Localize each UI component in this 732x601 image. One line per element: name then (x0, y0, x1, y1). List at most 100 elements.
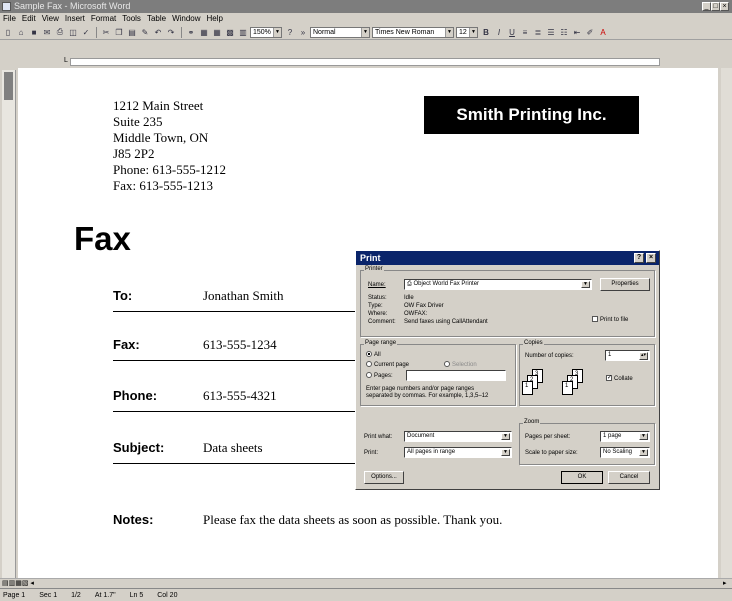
help-icon[interactable]: ? (634, 253, 644, 263)
menu-edit[interactable]: Edit (22, 13, 36, 25)
spelling-icon[interactable]: ✓ (80, 27, 92, 38)
divider-line (113, 411, 358, 412)
copies-label: Copies (523, 340, 544, 347)
numbering-icon[interactable]: ☰ (545, 27, 557, 38)
menu-tools[interactable]: Tools (122, 13, 141, 25)
print-what-select[interactable]: Document ▼ (404, 431, 512, 442)
menu-window[interactable]: Window (172, 13, 200, 25)
ruler-strip[interactable] (70, 58, 660, 66)
font-size-select[interactable]: 12 ▼ (456, 26, 478, 38)
email-icon[interactable]: ✉ (41, 27, 53, 38)
print-what-value: Document (407, 433, 435, 439)
address-line: Fax: 613-555-1213 (113, 178, 214, 193)
print-to-file-checkbox[interactable]: Print to file (592, 316, 628, 324)
menu-format[interactable]: Format (91, 13, 116, 25)
options-button[interactable]: Options... (364, 471, 404, 484)
phone-label: Phone: (113, 388, 158, 403)
radio-icon (366, 361, 372, 368)
italic-icon[interactable]: I (493, 27, 505, 38)
zoom-value: 150% (253, 28, 271, 36)
zoom-select[interactable]: 150% ▼ (250, 26, 282, 38)
columns-icon[interactable]: ▥ (237, 27, 249, 38)
printer-name-select[interactable]: ⎙ Object World Fax Printer ▼ (404, 279, 592, 290)
status-column: Col 20 (157, 592, 178, 599)
scroll-right-icon[interactable]: ▸ (723, 579, 727, 588)
format-painter-icon[interactable]: ✎ (139, 27, 151, 38)
view-buttons[interactable]: ▤▥▦▧ ◂ (2, 579, 34, 588)
selection-radio[interactable]: Selection (444, 361, 477, 369)
copy-icon[interactable]: ❐ (113, 27, 125, 38)
current-page-radio[interactable]: Current page (366, 361, 409, 369)
more-buttons-icon[interactable]: » (297, 27, 309, 38)
menu-insert[interactable]: Insert (65, 13, 85, 25)
checkbox-checked-icon: ✓ (606, 375, 613, 382)
company-logo: Smith Printing Inc. (424, 96, 639, 134)
align-center-icon[interactable]: ≣ (532, 27, 544, 38)
print-icon[interactable]: ⎙ (54, 27, 66, 38)
print-label: Print: (364, 450, 379, 456)
bold-icon[interactable]: B (480, 27, 492, 38)
vertical-ruler-margin (4, 72, 13, 100)
open-folder-icon[interactable]: ⌂ (15, 27, 27, 38)
save-icon[interactable]: ■ (28, 27, 40, 38)
cut-icon[interactable]: ✂ (100, 27, 112, 38)
print-select[interactable]: All pages in range ▼ (404, 447, 512, 458)
spinner-arrows-icon[interactable]: ▴▾ (639, 352, 648, 360)
phone-value: 613-555-4321 (203, 388, 277, 403)
printer-name-value: Object World Fax Printer (413, 281, 480, 287)
copies-spinner[interactable]: 1 ▴▾ (605, 350, 650, 361)
address-line: Suite 235 (113, 114, 163, 129)
vertical-scrollbar[interactable] (721, 68, 732, 578)
maximize-icon[interactable]: □ (711, 2, 720, 11)
insert-excel-icon[interactable]: ▩ (224, 27, 236, 38)
highlight-icon[interactable]: ✐ (584, 27, 596, 38)
scale-value: No Scaling (603, 449, 633, 455)
pages-input[interactable] (406, 370, 506, 381)
status-position: 1/2 (71, 592, 81, 599)
range-hint-line2: separated by commas. For example, 1,3,5–… (366, 393, 489, 399)
menu-table[interactable]: Table (147, 13, 166, 25)
menu-help[interactable]: Help (207, 13, 223, 25)
tab-stop-icon[interactable]: L (64, 57, 68, 64)
underline-icon[interactable]: U (506, 27, 518, 38)
close-icon[interactable]: × (720, 2, 729, 11)
font-value: Times New Roman (375, 28, 435, 36)
undo-icon[interactable]: ↶ (152, 27, 164, 38)
insert-table-icon[interactable]: ▦ (211, 27, 223, 38)
font-color-icon[interactable]: A (597, 27, 609, 38)
properties-button[interactable]: Properties (600, 278, 650, 291)
pages-per-sheet-value: 1 page (603, 433, 622, 439)
print-to-file-label: Print to file (600, 317, 629, 323)
style-select[interactable]: Normal ▼ (310, 26, 370, 38)
redo-icon[interactable]: ↷ (165, 27, 177, 38)
copies-value: 1 (608, 352, 612, 358)
zoom-group-label: Zoom (523, 419, 541, 426)
paste-icon[interactable]: ▤ (126, 27, 138, 38)
decrease-indent-icon[interactable]: ⇤ (571, 27, 583, 38)
print-preview-icon[interactable]: ◫ (67, 27, 79, 38)
pages-radio[interactable]: Pages: (366, 372, 393, 380)
all-radio[interactable]: All (366, 351, 381, 359)
bullets-icon[interactable]: ☷ (558, 27, 570, 38)
new-document-icon[interactable]: ▯ (2, 27, 14, 38)
tables-borders-icon[interactable]: ▦ (198, 27, 210, 38)
ok-button[interactable]: OK (561, 471, 603, 484)
hyperlink-icon[interactable]: ⚭ (185, 27, 197, 38)
word-app-icon[interactable] (2, 2, 11, 11)
scale-select[interactable]: No Scaling ▼ (600, 447, 650, 458)
menu-view[interactable]: View (42, 13, 59, 25)
pages-per-sheet-select[interactable]: 1 page ▼ (600, 431, 650, 442)
menu-file[interactable]: File (3, 13, 16, 25)
close-icon[interactable]: × (646, 253, 656, 263)
fax-heading: Fax (74, 220, 131, 257)
font-select[interactable]: Times New Roman ▼ (372, 26, 454, 38)
cancel-button[interactable]: Cancel (608, 471, 650, 484)
where-label: Where: (368, 311, 388, 317)
collate-checkbox[interactable]: ✓ Collate (606, 375, 633, 383)
help-icon[interactable]: ? (284, 27, 296, 38)
horizontal-scrollbar[interactable]: ▤▥▦▧ ◂ ▸ (0, 578, 732, 588)
dropdown-arrow-icon: ▼ (445, 27, 453, 37)
minimize-icon[interactable]: _ (702, 2, 711, 11)
align-left-icon[interactable]: ≡ (519, 27, 531, 38)
radio-icon (444, 361, 450, 368)
